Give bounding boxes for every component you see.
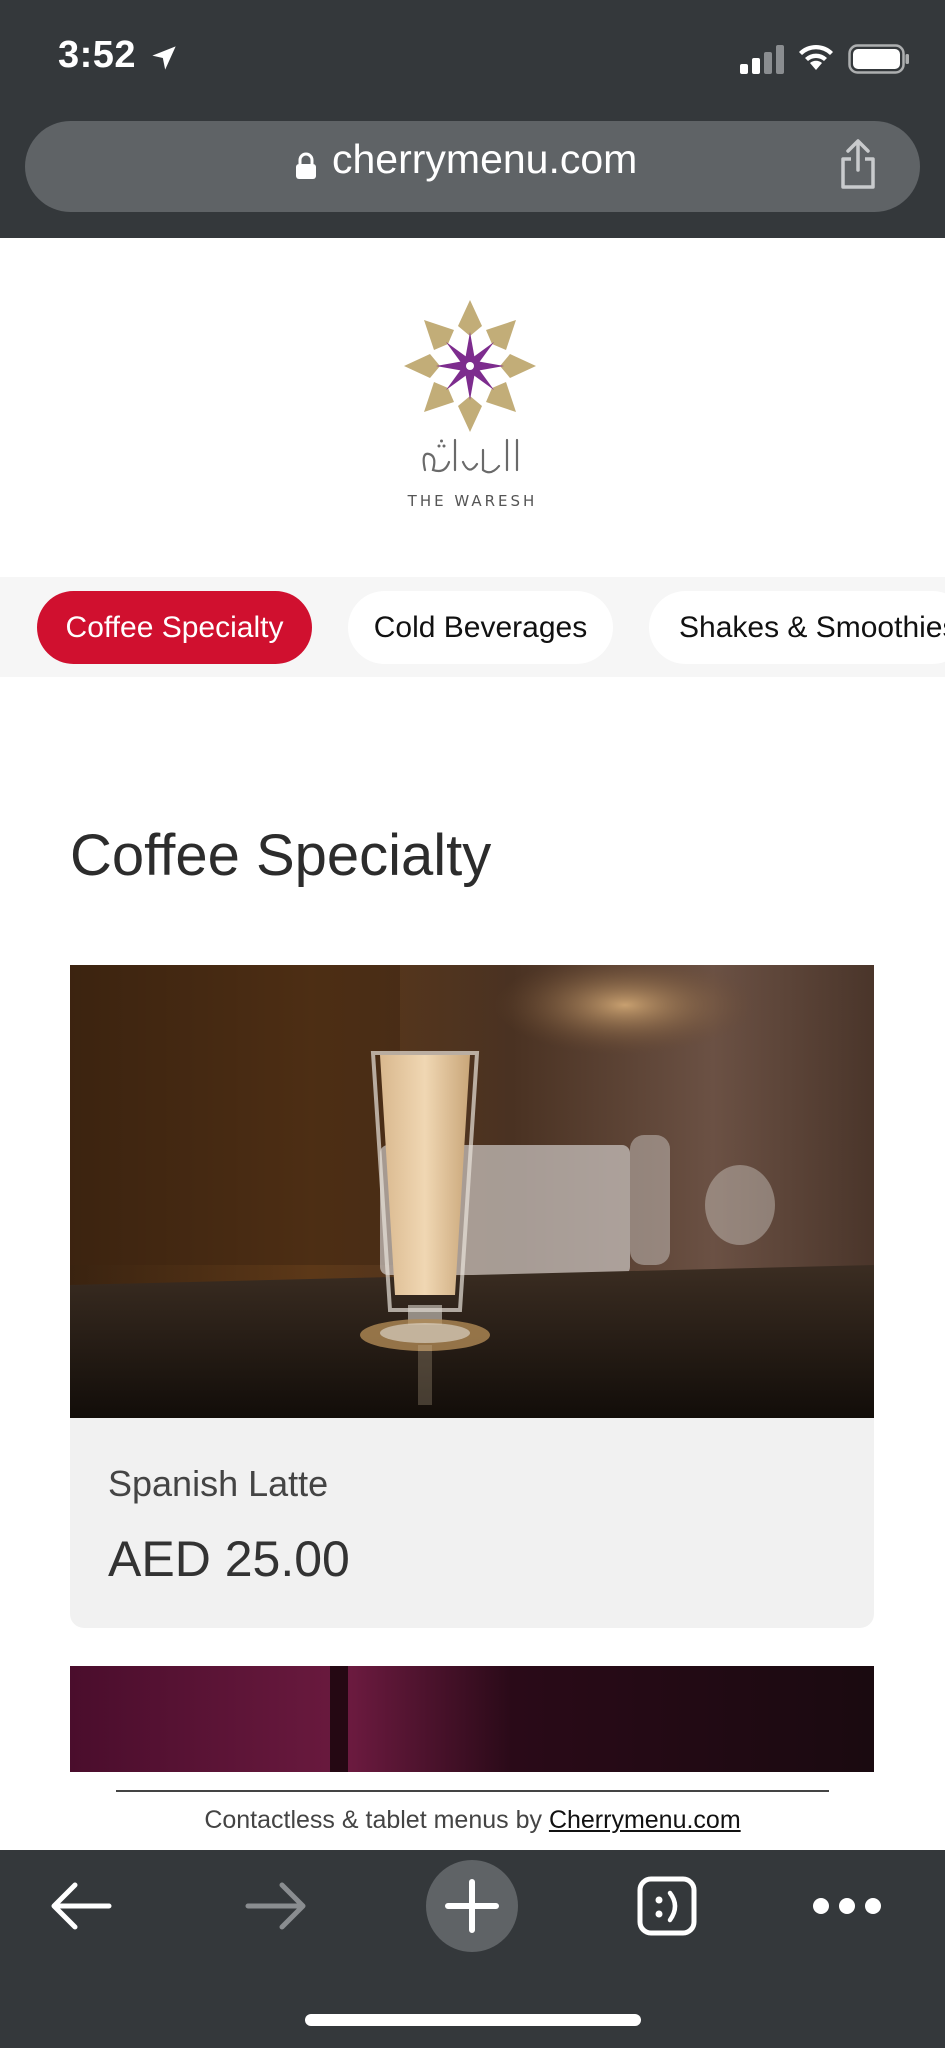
tabs-icon xyxy=(637,1876,697,1936)
footer-text: Contactless & tablet menus by xyxy=(204,1806,542,1834)
restaurant-logo xyxy=(404,300,536,432)
lock-icon xyxy=(296,152,316,179)
tab-coffee-specialty[interactable]: Coffee Specialty xyxy=(37,591,312,664)
logo-subtitle: THE WARESH xyxy=(407,492,538,510)
category-tabs: Coffee Specialty Cold Beverages Shakes &… xyxy=(0,577,945,677)
footer-divider xyxy=(116,1790,829,1792)
forward-arrow-icon xyxy=(245,1882,306,1930)
more-icon xyxy=(813,1898,881,1914)
location-arrow-icon xyxy=(152,46,176,70)
item-name: Spanish Latte xyxy=(108,1463,329,1504)
tab-cold-beverages[interactable]: Cold Beverages xyxy=(348,591,613,664)
section-title: Coffee Specialty xyxy=(70,823,492,888)
forward-button[interactable] xyxy=(231,1870,321,1942)
more-button[interactable] xyxy=(802,1870,892,1942)
tab-shakes-smoothies[interactable]: Shakes & Smoothies xyxy=(649,591,945,664)
home-indicator[interactable] xyxy=(305,2014,641,2026)
plus-icon xyxy=(445,1879,499,1933)
battery-icon xyxy=(848,44,909,74)
back-arrow-icon xyxy=(51,1882,112,1930)
footer-link[interactable]: Cherrymenu.com xyxy=(549,1806,741,1834)
menu-item-card[interactable]: Spanish Latte AED 25.00 xyxy=(70,965,874,1628)
new-tab-button[interactable] xyxy=(426,1860,518,1952)
footer: Contactless & tablet menus by Cherrymenu… xyxy=(0,1806,945,1835)
wifi-icon xyxy=(799,44,833,70)
next-item-photo[interactable] xyxy=(70,1666,874,1772)
url-text[interactable]: cherrymenu.com xyxy=(332,136,637,183)
logo-arabic-wordmark xyxy=(422,438,519,474)
status-time: 3:52 xyxy=(58,34,137,76)
tabs-button[interactable] xyxy=(622,1870,712,1942)
signal-icon xyxy=(740,45,784,74)
back-button[interactable] xyxy=(36,1870,126,1942)
item-price: AED 25.00 xyxy=(108,1531,350,1587)
share-icon[interactable] xyxy=(838,138,878,190)
item-photo xyxy=(70,965,874,1418)
